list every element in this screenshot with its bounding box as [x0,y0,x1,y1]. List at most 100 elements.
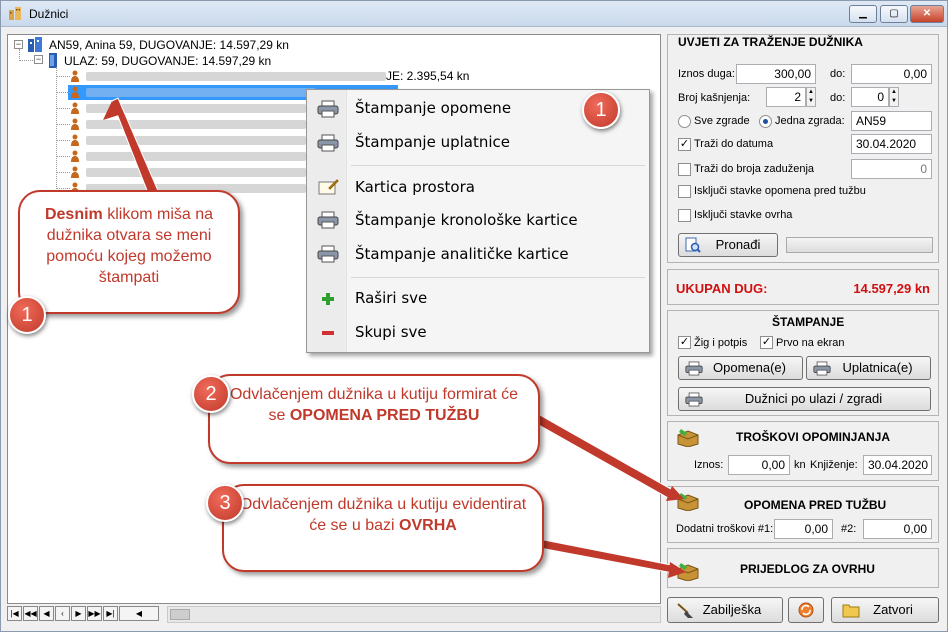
menu-unit-card[interactable]: Kartica prostora [355,178,475,196]
step-badge-3: 3 [206,484,244,522]
step-badge-1-menu: 1 [582,91,620,129]
delays-to-stepper[interactable]: ▲ ▼ [889,87,899,107]
find-button-label: Pronađi [715,237,761,252]
to-label: do: [830,68,846,80]
step-back-button[interactable]: ‹ [55,606,70,621]
callout3-text: Odvlačenjem dužnika u kutiju evidentirat… [239,496,527,534]
printer-icon [317,134,339,152]
total-label: UKUPAN DUG: [676,281,768,296]
menu-print-analytic-card[interactable]: Štampanje analitičke kartice [355,245,569,263]
title-bar: Dužnici ▁ ▢ ✕ [1,1,947,27]
screen-first-label: Prvo na ekran [776,337,845,349]
close-window-label: Zatvori [873,602,913,617]
callout2-bold: OPOMENA PRED TUŽBU [289,407,480,424]
menu-print-warning[interactable]: Štampanje opomene [355,99,511,117]
one-building-radio[interactable] [759,115,772,128]
collapse-entrance-icon[interactable]: − [34,55,43,64]
scroll-thumb[interactable] [170,609,190,620]
prev-button[interactable]: ◀ [39,606,54,621]
printer-icon [317,211,339,229]
exclude-warning-label: Isključi stavke opomena pred tužbu [694,185,866,197]
extra-cost2-input[interactable]: 0,00 [863,519,932,539]
maximize-button[interactable]: ▢ [880,5,908,23]
refresh-button[interactable] [788,597,824,623]
tree-row-balance: JE: 2.395,54 kn [386,69,470,83]
building-input[interactable]: AN59 [851,111,932,131]
box-icon [677,493,699,511]
printer-icon [813,361,831,376]
all-buildings-radio[interactable] [678,115,691,128]
collapse-root-icon[interactable]: − [14,40,23,49]
document-search-icon [685,237,701,253]
menu-expand-all[interactable]: Raširi sve [355,289,427,307]
step-badge-2: 2 [192,375,230,413]
next-button[interactable]: ▶ [71,606,86,621]
costs-amount-input[interactable]: 0,00 [728,455,790,475]
next-page-fast-button[interactable]: ▶▶ [87,606,102,621]
printing-title: ŠTAMPANJE [772,315,845,329]
building-icon [28,37,42,52]
menu-print-payslip[interactable]: Štampanje uplatnice [355,133,510,151]
blurred-debtor-name [86,104,306,113]
horizontal-scrollbar[interactable] [167,606,661,623]
note-button[interactable]: Zabilješka [667,597,783,623]
person-icon [71,102,79,114]
enforcement-dropbox[interactable]: PRIJEDLOG ZA OVRHU [667,548,939,588]
delays-to-label: do: [830,92,846,104]
costs-amount-label: Iznos: [694,459,724,471]
delays-from-stepper[interactable]: ▲ ▼ [806,87,816,107]
menu-collapse-all[interactable]: Skupi sve [355,323,427,341]
exclude-enforcement-checkbox[interactable] [678,209,691,222]
scroll-left-button[interactable]: ◀ [119,606,159,621]
blurred-debtor-name [86,72,386,81]
close-button[interactable]: ✕ [910,5,944,23]
print-payslip-button[interactable]: Uplatnica(e) [806,356,931,380]
callout-enforcement: Odvlačenjem dužnika u kutiju evidentirat… [222,484,544,572]
stamp-label: Žig i potpis [694,337,748,349]
warning-costs-group[interactable]: TROŠKOVI OPOMINJANJA Iznos: 0,00 kn Knji… [667,421,939,481]
person-icon [71,134,79,146]
blurred-debtor-name [86,120,306,129]
person-icon [71,70,79,82]
tree-entrance-label[interactable]: ULAZ: 59, DUGOVANJE: 14.597,29 kn [64,54,271,68]
close-window-button[interactable]: Zatvori [831,597,939,623]
person-icon [71,150,79,162]
delays-label: Broj kašnjenja: [678,92,751,104]
find-button[interactable]: Pronađi [678,233,778,257]
callout-right-click: Desnim klikom miša na dužnika otvara se … [18,190,240,314]
amount-to-input[interactable]: 0,00 [851,64,932,84]
last-page-button[interactable]: ▶| [103,606,118,621]
posting-date-input[interactable]: 30.04.2020 [863,455,932,475]
callout1-bold: Desnim [44,206,103,223]
printer-icon [685,361,703,376]
until-debit-label: Traži do broja zaduženja [694,163,815,175]
until-debit-checkbox[interactable] [678,163,691,176]
prev-page-fast-button[interactable]: ◀◀ [23,606,38,621]
screen-first-checkbox[interactable]: ✓ [760,336,773,349]
amount-from-input[interactable]: 300,00 [736,64,816,84]
tree-root-label[interactable]: AN59, Anina 59, DUGOVANJE: 14.597,29 kn [49,38,289,52]
menu-print-chrono-card[interactable]: Štampanje kronološke kartice [355,211,578,229]
delays-from-input[interactable]: 2 [766,87,806,107]
until-debit-input[interactable]: 0 [851,159,932,179]
delays-to-input[interactable]: 0 [851,87,889,107]
until-date-input[interactable]: 30.04.2020 [851,134,932,154]
group-title: UVJETI ZA TRAŽENJE DUŽNIKA [678,35,863,49]
minimize-button[interactable]: ▁ [849,5,877,23]
debtors-by-entrance-button[interactable]: Dužnici po ulazi / zgradi [678,387,931,411]
exclude-warning-checkbox[interactable] [678,185,691,198]
stamp-checkbox[interactable]: ✓ [678,336,691,349]
step-badge-1: 1 [8,296,46,334]
extra-cost2-label: #2: [841,523,857,535]
printer-icon [317,245,339,263]
until-date-checkbox[interactable]: ✓ [678,138,691,151]
progress-bar [786,237,933,253]
blurred-debtor-name [86,136,306,145]
buildings-icon [9,7,21,20]
callout3-bold: OVRHA [399,517,457,534]
print-warning-button[interactable]: Opomena(e) [678,356,803,380]
printer-icon [685,392,703,407]
lawsuit-warning-dropbox[interactable]: OPOMENA PRED TUŽBU Dodatni troškovi #1: … [667,486,939,543]
first-page-button[interactable]: |◀ [7,606,22,621]
extra-cost1-input[interactable]: 0,00 [774,519,833,539]
